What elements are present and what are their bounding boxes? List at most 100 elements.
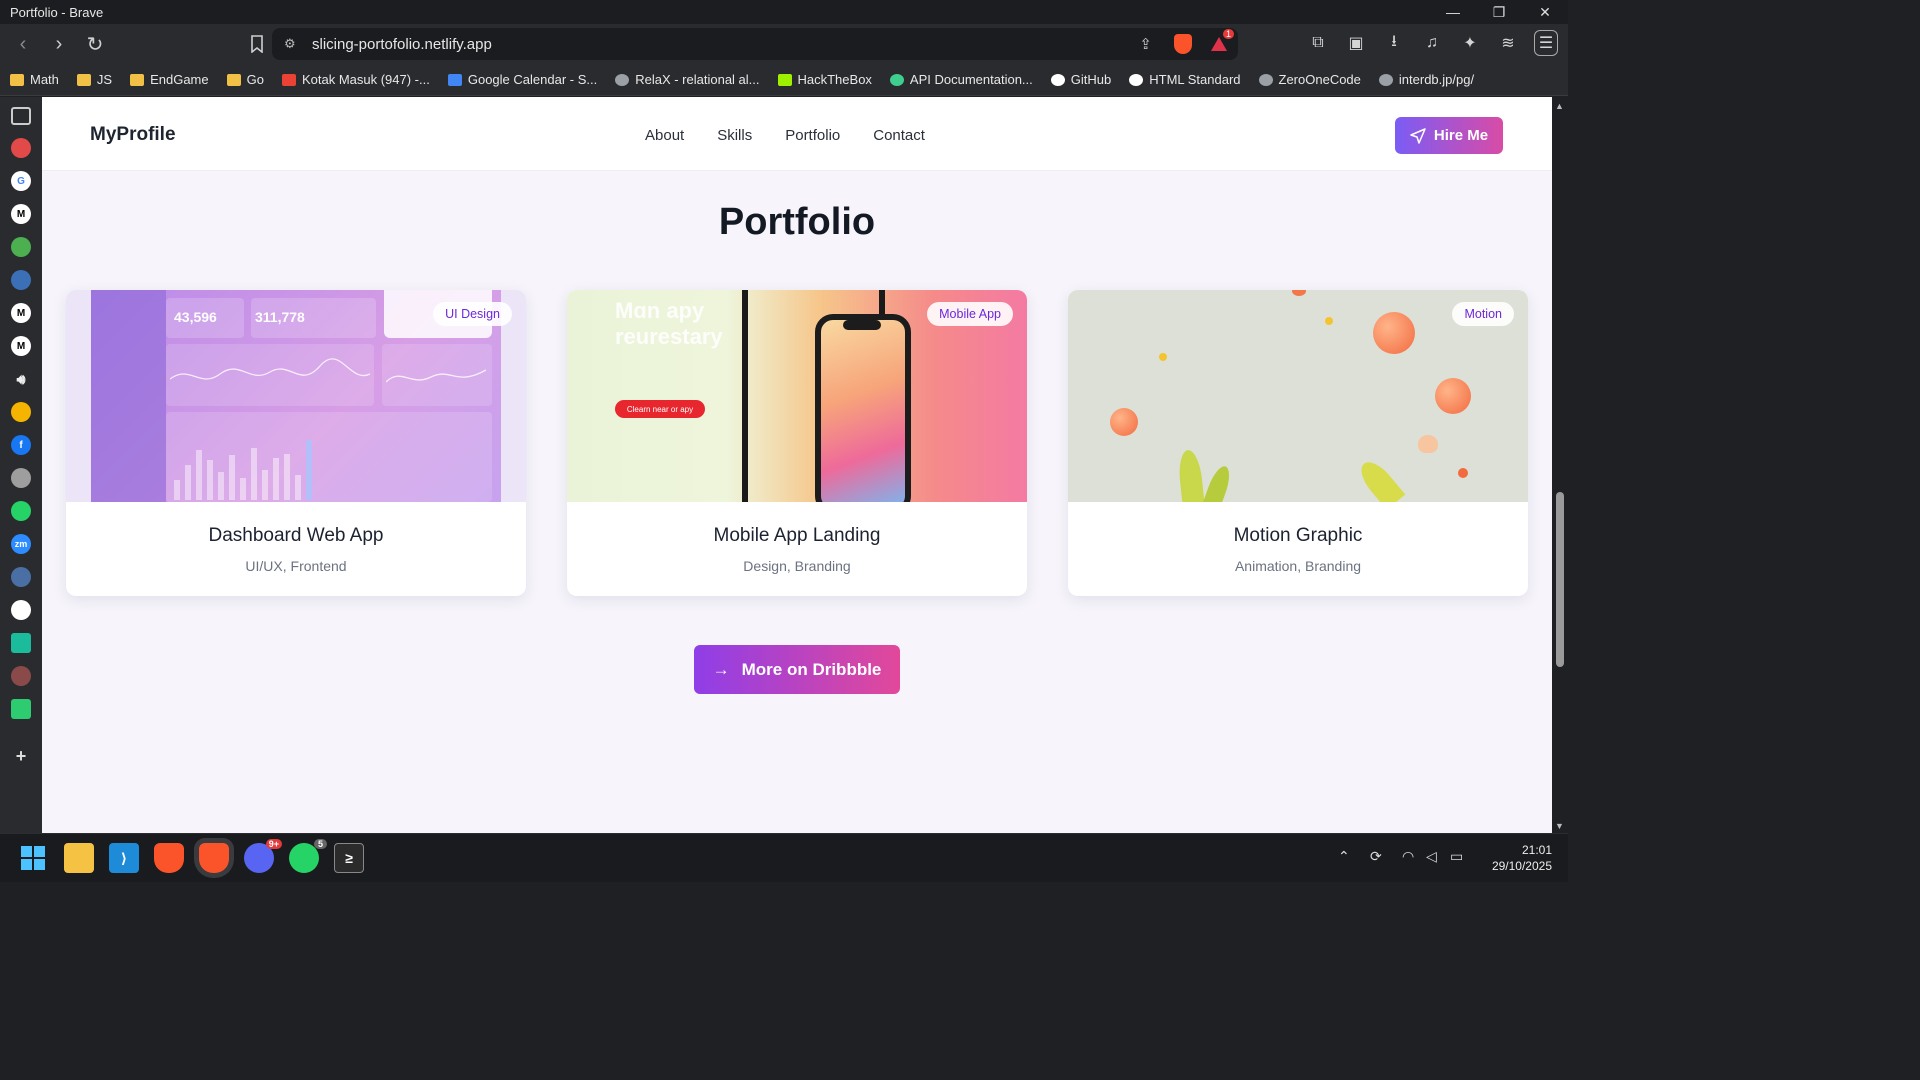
globe-icon (1378, 73, 1393, 86)
address-bar[interactable]: ⚙ slicing-portofolio.netlify.app ⇪ 1 (272, 28, 1238, 60)
whatsapp-icon[interactable] (11, 501, 31, 521)
globe-icon (1258, 73, 1273, 86)
bookmark-item[interactable]: HackTheBox (777, 72, 872, 87)
terminal-icon[interactable]: ≥ (334, 843, 364, 873)
bookmark-item[interactable]: JS (76, 72, 113, 87)
minimize-button[interactable]: — (1430, 0, 1476, 24)
clock[interactable]: 21:01 29/10/2025 (1492, 842, 1552, 874)
google-icon[interactable]: G (11, 171, 31, 191)
brave-shields-icon[interactable] (1174, 34, 1192, 54)
bookmarks-bar: Math JS EndGame Go Kotak Masuk (947) -... Goo… (0, 64, 1568, 96)
sidebar-green-icon[interactable] (11, 237, 31, 257)
sidebar-toggle-icon[interactable] (11, 107, 31, 125)
medium-icon[interactable]: M (11, 336, 31, 356)
hire-me-button[interactable]: Hire Me (1395, 117, 1503, 154)
wifi-icon[interactable]: ◠ (1402, 848, 1414, 865)
add-panel-icon[interactable]: + (11, 746, 31, 766)
forward-icon[interactable]: › (44, 29, 74, 59)
scrollbar-thumb[interactable] (1556, 492, 1564, 667)
card-subtitle: Design, Branding (743, 558, 851, 574)
bookmark-label: Math (30, 72, 59, 87)
sidebar-app-icon[interactable] (11, 138, 31, 158)
google-drive-icon[interactable] (11, 402, 31, 422)
bookmark-item[interactable]: API Documentation... (889, 72, 1033, 87)
leo-ai-icon[interactable]: ✦ (1458, 30, 1482, 56)
sidebar-dark-icon[interactable] (11, 567, 31, 587)
nav-link-skills[interactable]: Skills (717, 127, 752, 144)
page-scrollbar[interactable]: ▲ ▼ (1552, 97, 1568, 833)
github-icon[interactable] (11, 600, 31, 620)
close-button[interactable]: ✕ (1522, 0, 1568, 24)
card-tag: Mobile App (927, 302, 1013, 326)
volume-icon[interactable]: ◁ (1426, 848, 1437, 865)
restore-button[interactable]: ❐ (1476, 0, 1522, 24)
vscode-icon[interactable]: ⟩ (109, 843, 139, 873)
brave-active-icon[interactable] (199, 843, 229, 873)
downloads-icon[interactable]: ⭳ (1382, 30, 1406, 56)
alert-badge: 1 (1222, 29, 1234, 39)
zoom-icon[interactable]: zm (11, 534, 31, 554)
brave-icon[interactable] (154, 843, 184, 873)
bookmark-item[interactable]: ZeroOneCode (1258, 72, 1361, 87)
folder-icon (10, 73, 24, 86)
scroll-up-icon[interactable]: ▲ (1555, 101, 1564, 111)
scroll-down-icon[interactable]: ▼ (1555, 821, 1564, 831)
nav-link-portfolio[interactable]: Portfolio (785, 127, 840, 144)
bookmark-label: Kotak Masuk (947) -... (301, 72, 430, 87)
bookmark-item[interactable]: HTML Standard (1129, 72, 1241, 87)
tab-search-icon[interactable]: ▣ (1344, 30, 1368, 56)
site-logo[interactable]: MyProfile (90, 124, 176, 146)
more-on-dribbble-button[interactable]: → More on Dribbble (694, 645, 900, 694)
api-icon (889, 73, 904, 86)
dashboard-stat-1: 43,596 (174, 309, 217, 325)
menu-icon[interactable]: ☰ (1534, 30, 1558, 56)
github-icon (1050, 73, 1065, 86)
bookmark-label: JS (96, 72, 113, 87)
send-icon (1410, 127, 1426, 144)
wallet-icon[interactable]: ≋ (1496, 30, 1520, 56)
bookmark-item[interactable]: Go (226, 72, 264, 87)
sidebar-globe-icon[interactable] (11, 666, 31, 686)
medium-icon[interactable]: M (11, 303, 31, 323)
extensions-icon[interactable]: ⧉ (1306, 30, 1330, 56)
battery-icon[interactable]: ▭ (1450, 848, 1463, 865)
bookmark-item[interactable]: interdb.jp/pg/ (1378, 72, 1474, 87)
brave-rewards-icon[interactable]: 1 (1210, 29, 1234, 53)
show-hidden-icons-icon[interactable]: ⌃ (1338, 848, 1350, 865)
bookmark-item[interactable]: Math (10, 72, 59, 87)
sidebar-blue-icon[interactable] (11, 270, 31, 290)
bookmark-label: ZeroOneCode (1278, 72, 1361, 87)
file-explorer-icon[interactable] (64, 843, 94, 873)
portfolio-card-motion[interactable]: Motion Motion Graphic Animation, Brandin… (1068, 290, 1528, 596)
bookmark-item[interactable]: EndGame (130, 72, 209, 87)
sidebar-teal-icon[interactable] (11, 633, 31, 653)
portfolio-card-dashboard[interactable]: 43,596 311,778 UI Design Dashboard Web A… (66, 290, 526, 596)
mobile-cta: Clearn near or apy (615, 400, 705, 418)
sidebar-mint-icon[interactable] (11, 699, 31, 719)
arrow-right-icon: → (712, 659, 730, 679)
sync-icon[interactable]: ⟳ (1370, 848, 1382, 865)
portfolio-card-mobile[interactable]: Mɑn apy reurestary Clearn near or apy Mo… (567, 290, 1027, 596)
bookmark-item[interactable]: Google Calendar - S... (447, 72, 597, 87)
discord-badge: 9+ (265, 839, 282, 849)
bookmark-item[interactable]: GitHub (1050, 72, 1111, 87)
medium-icon[interactable]: M (11, 204, 31, 224)
url-text: slicing-portofolio.netlify.app (312, 35, 492, 53)
reload-icon[interactable]: ↻ (80, 29, 110, 59)
bookmark-item[interactable]: RelaX - relational al... (615, 72, 760, 87)
site-nav: About Skills Portfolio Contact (645, 127, 925, 144)
bookmark-item[interactable]: Kotak Masuk (947) -... (281, 72, 430, 87)
media-icon[interactable]: ♫ (1420, 30, 1444, 56)
nav-link-contact[interactable]: Contact (873, 127, 925, 144)
share-icon[interactable]: ⇪ (1139, 35, 1152, 53)
speaker-icon[interactable]: 🔊︎ (11, 369, 31, 389)
discord-icon[interactable]: 9+ (244, 839, 282, 873)
bookmark-icon[interactable] (242, 29, 272, 59)
nav-link-about[interactable]: About (645, 127, 684, 144)
sidebar-grey-icon[interactable] (11, 468, 31, 488)
facebook-icon[interactable]: f (11, 435, 31, 455)
whatsapp-icon[interactable]: 5 (289, 839, 327, 873)
site-settings-icon[interactable]: ⚙ (284, 36, 296, 52)
back-icon[interactable]: ‹ (8, 29, 38, 59)
windows-start-icon[interactable] (18, 843, 48, 873)
